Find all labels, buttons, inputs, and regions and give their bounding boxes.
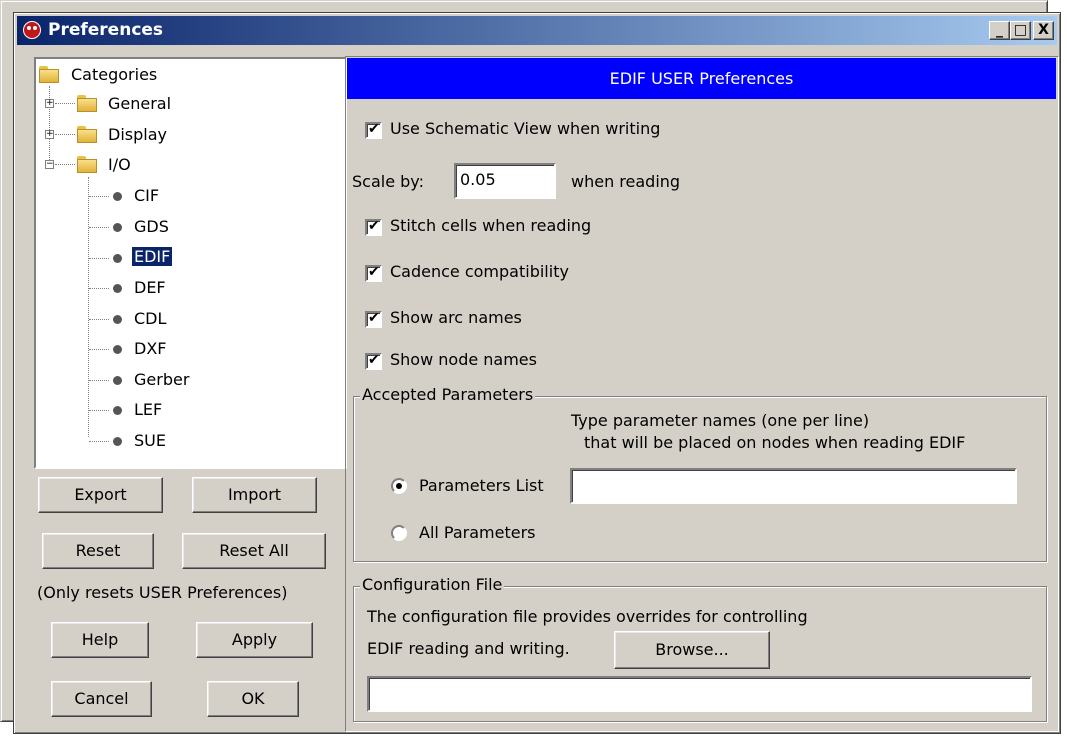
window-title: Preferences <box>48 20 164 40</box>
folder-icon <box>77 126 97 144</box>
leaf-node-icon <box>113 254 122 263</box>
parameters-list-label: Parameters List <box>419 476 544 495</box>
browse-button[interactable]: Browse... <box>614 631 770 669</box>
show-node-names-label: Show node names <box>390 350 537 369</box>
expand-plus-icon[interactable]: + <box>45 99 54 108</box>
show-node-names-checkbox[interactable] <box>365 352 382 370</box>
tree-item-def[interactable]: DEF <box>134 278 166 297</box>
maximize-button[interactable]: □ <box>1010 21 1031 40</box>
leaf-node-icon <box>113 192 122 201</box>
tree-item-cdl[interactable]: CDL <box>134 309 166 328</box>
tree-root-categories[interactable]: Categories <box>71 65 157 84</box>
tree-item-display[interactable]: Display <box>108 125 167 144</box>
export-button[interactable]: Export <box>38 477 163 513</box>
leaf-node-icon <box>113 223 122 232</box>
tree-line <box>55 164 75 165</box>
window-frame: Preferences _ □ X Categories + General +… <box>13 12 1061 734</box>
reset-note: (Only resets USER Preferences) <box>37 583 288 602</box>
ok-button[interactable]: OK <box>207 681 299 717</box>
scale-prefix-label: Scale by: <box>352 172 424 191</box>
parameters-list-radio[interactable] <box>391 478 407 494</box>
app-icon <box>23 21 41 39</box>
tree-item-sue[interactable]: SUE <box>134 431 166 450</box>
tree-line <box>55 103 75 104</box>
params-desc-line2: that will be placed on nodes when readin… <box>584 433 966 452</box>
stitch-cells-checkbox[interactable] <box>365 218 382 236</box>
show-arc-names-label: Show arc names <box>390 308 522 327</box>
use-schematic-label: Use Schematic View when writing <box>390 119 661 138</box>
leaf-node-icon <box>113 315 122 324</box>
accepted-parameters-title: Accepted Parameters <box>360 385 536 404</box>
tree-line <box>88 177 89 437</box>
reset-button[interactable]: Reset <box>42 533 154 569</box>
category-tree[interactable]: Categories + General + Display − I/O CIF… <box>34 57 347 469</box>
collapse-minus-icon[interactable]: − <box>45 160 54 169</box>
tree-line <box>89 196 109 197</box>
tree-item-cif[interactable]: CIF <box>134 186 159 205</box>
tree-item-general[interactable]: General <box>108 94 171 113</box>
folder-icon <box>77 156 97 174</box>
cadence-label: Cadence compatibility <box>390 262 569 281</box>
all-parameters-label: All Parameters <box>419 523 536 542</box>
config-desc-line2: EDIF reading and writing. <box>367 639 570 658</box>
tree-line <box>55 134 75 135</box>
tree-line <box>89 319 109 320</box>
tree-line <box>89 441 109 442</box>
reset-all-button[interactable]: Reset All <box>182 533 326 569</box>
minimize-button[interactable]: _ <box>989 21 1010 40</box>
apply-button[interactable]: Apply <box>196 622 313 658</box>
folder-icon <box>39 66 59 84</box>
tree-item-io[interactable]: I/O <box>108 155 131 174</box>
tree-item-gds[interactable]: GDS <box>134 217 169 236</box>
tree-item-gerber[interactable]: Gerber <box>134 370 189 389</box>
leaf-node-icon <box>113 406 122 415</box>
import-button[interactable]: Import <box>192 477 317 513</box>
help-button[interactable]: Help <box>51 622 149 658</box>
config-desc-line1: The configuration file provides override… <box>367 607 808 626</box>
leaf-node-icon <box>113 284 122 293</box>
parameters-list-input[interactable] <box>570 468 1017 504</box>
params-desc-line1: Type parameter names (one per line) <box>571 411 870 430</box>
use-schematic-checkbox[interactable] <box>365 121 382 139</box>
tree-line <box>89 227 109 228</box>
leaf-node-icon <box>113 437 122 446</box>
title-bar[interactable]: Preferences _ □ X <box>17 16 1057 45</box>
close-button[interactable]: X <box>1033 21 1054 40</box>
tree-item-edif[interactable]: EDIF <box>132 247 173 266</box>
configuration-file-title: Configuration File <box>360 575 505 594</box>
tree-item-dxf[interactable]: DXF <box>134 339 166 358</box>
leaf-node-icon <box>113 345 122 354</box>
leaf-node-icon <box>113 376 122 385</box>
tree-item-lef[interactable]: LEF <box>134 400 162 419</box>
show-arc-names-checkbox[interactable] <box>365 310 382 328</box>
all-parameters-radio[interactable] <box>391 525 407 541</box>
stitch-cells-label: Stitch cells when reading <box>390 216 592 235</box>
expand-plus-icon[interactable]: + <box>45 130 54 139</box>
tree-line <box>89 258 109 259</box>
tree-line <box>89 288 109 289</box>
cancel-button[interactable]: Cancel <box>51 681 152 717</box>
tree-line <box>89 410 109 411</box>
scale-input[interactable]: 0.05 <box>454 163 556 199</box>
config-file-path-input[interactable] <box>367 676 1032 712</box>
cadence-checkbox[interactable] <box>365 264 382 282</box>
folder-icon <box>77 95 97 113</box>
panel-header: EDIF USER Preferences <box>347 58 1056 99</box>
scale-suffix-label: when reading <box>571 172 681 191</box>
tree-line <box>89 380 109 381</box>
tree-line <box>89 349 109 350</box>
